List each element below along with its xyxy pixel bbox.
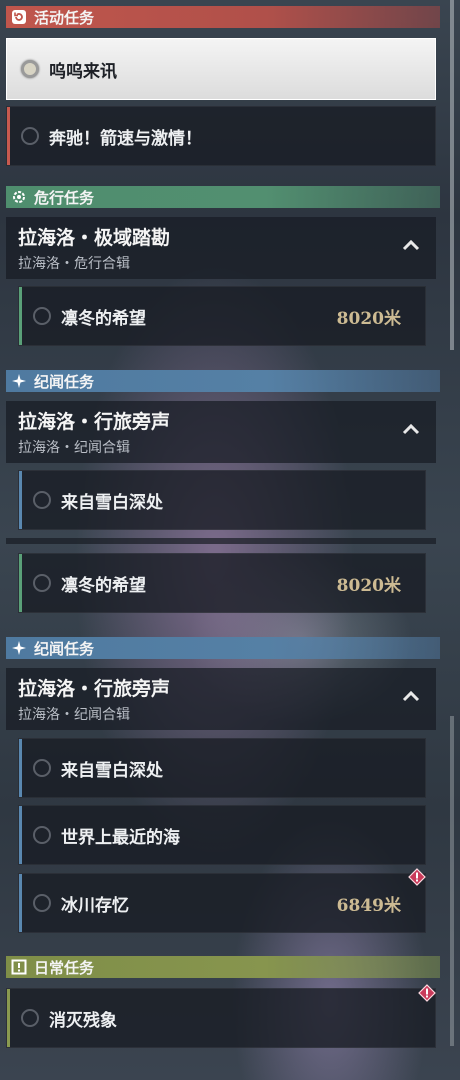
chronicle-category-header: 纪闻任务 — [6, 637, 440, 659]
chronicle-category-header: 纪闻任务 — [6, 370, 440, 392]
accent-bar — [7, 107, 10, 165]
quest-item[interactable]: 奔驰！箭速与激情！ — [6, 106, 436, 166]
daily-category-label: 日常任务 — [34, 958, 95, 977]
quest-name: 来自雪白深处 — [61, 760, 163, 781]
group-subtitle: 拉海洛・危行合辑 — [18, 256, 130, 272]
activity-category-label: 活动任务 — [34, 8, 95, 27]
activity-category-header: 活动任务 — [6, 6, 440, 28]
accent-bar — [19, 874, 22, 932]
sparkle-icon — [10, 372, 28, 390]
quest-name: 奔驰！箭速与激情！ — [49, 128, 202, 149]
quest-name: 消灭残象 — [49, 1010, 117, 1031]
quest-name: 凛冬的希望 — [61, 575, 146, 596]
quest-group-header[interactable]: 拉海洛・行旅旁声 拉海洛・纪闻合辑 — [6, 668, 436, 730]
quest-item[interactable]: 消灭残象 — [6, 988, 436, 1048]
quest-distance: 8020米 — [336, 575, 401, 596]
radio-icon — [33, 894, 51, 912]
danger-category-label: 危行任务 — [34, 188, 95, 207]
quest-item[interactable]: 来自雪白深处 — [18, 738, 426, 798]
exclamation-box-icon — [10, 958, 28, 976]
quest-group-header[interactable]: 拉海洛・行旅旁声 拉海洛・纪闻合辑 — [6, 401, 436, 463]
chevron-up-icon[interactable] — [402, 690, 420, 702]
quest-name: 呜呜来讯 — [49, 61, 117, 82]
scrollbar-thumb-lower[interactable] — [450, 716, 454, 1046]
radio-icon — [33, 574, 51, 592]
refresh-icon — [10, 8, 28, 26]
quest-name: 世界上最近的海 — [61, 827, 180, 848]
accent-bar — [19, 554, 22, 612]
group-subtitle: 拉海洛・纪闻合辑 — [18, 707, 130, 723]
quest-item[interactable]: 世界上最近的海 — [18, 805, 426, 865]
alert-icon — [418, 984, 436, 1002]
radio-icon — [33, 826, 51, 844]
group-title: 拉海洛・行旅旁声 — [18, 678, 171, 700]
quest-item[interactable]: 冰川存忆 6849米 — [18, 873, 426, 933]
chronicle-category-label: 纪闻任务 — [34, 639, 95, 658]
chevron-up-icon[interactable] — [402, 423, 420, 435]
quest-item[interactable]: 来自雪白深处 — [18, 470, 426, 530]
list-divider — [6, 538, 436, 544]
quest-name: 凛冬的希望 — [61, 308, 146, 329]
group-subtitle: 拉海洛・纪闻合辑 — [18, 440, 130, 456]
quest-group-header[interactable]: 拉海洛・极域踏勘 拉海洛・危行合辑 — [6, 217, 436, 279]
radio-icon — [33, 491, 51, 509]
gear-icon — [10, 188, 28, 206]
radio-icon — [33, 307, 51, 325]
accent-bar — [7, 989, 10, 1047]
group-title: 拉海洛・极域踏勘 — [18, 227, 171, 249]
chronicle-category-label: 纪闻任务 — [34, 372, 95, 391]
danger-category-header: 危行任务 — [6, 186, 440, 208]
group-title: 拉海洛・行旅旁声 — [18, 411, 171, 433]
radio-icon — [21, 1009, 39, 1027]
radio-icon — [21, 127, 39, 145]
quest-name: 冰川存忆 — [61, 895, 129, 916]
accent-bar — [19, 287, 22, 345]
quest-distance: 6849米 — [336, 895, 401, 916]
accent-bar — [19, 471, 22, 529]
quest-distance: 8020米 — [336, 308, 401, 329]
scrollbar-thumb[interactable] — [450, 0, 454, 350]
accent-bar — [19, 806, 22, 864]
quest-item[interactable]: 凛冬的希望 8020米 — [18, 553, 426, 613]
sparkle-icon — [10, 639, 28, 657]
daily-category-header: 日常任务 — [6, 956, 440, 978]
alert-icon — [408, 868, 426, 886]
selected-radio-icon — [21, 60, 39, 78]
accent-bar — [19, 739, 22, 797]
quest-item[interactable]: 凛冬的希望 8020米 — [18, 286, 426, 346]
radio-icon — [33, 759, 51, 777]
quest-name: 来自雪白深处 — [61, 492, 163, 513]
chevron-up-icon[interactable] — [402, 239, 420, 251]
quest-item-active[interactable]: 呜呜来讯 — [6, 38, 436, 100]
